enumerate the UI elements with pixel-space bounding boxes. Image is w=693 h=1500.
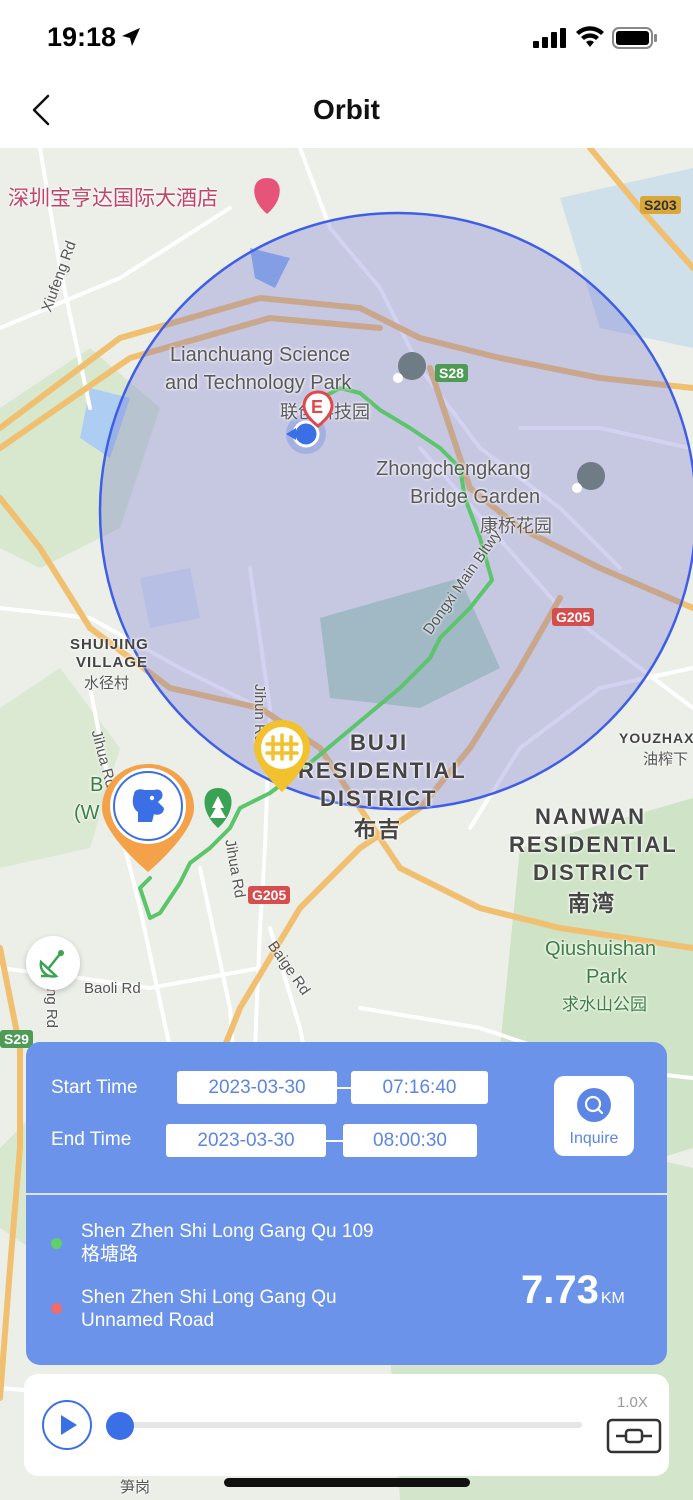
search-icon [577, 1088, 611, 1122]
radar-button[interactable] [26, 936, 80, 990]
status-time: 19:18 [47, 22, 117, 52]
road-shield-s203: S203 [640, 196, 681, 214]
map-label-youzhax-cn: 油榨下 [643, 751, 689, 768]
end-address-dot [51, 1303, 62, 1314]
start-address-dot [51, 1238, 62, 1249]
map-label-nanwan-1: NANWAN [535, 804, 646, 829]
play-button[interactable] [42, 1400, 92, 1450]
map-label-baoli: Baoli Rd [84, 980, 141, 997]
page-title: Orbit [313, 94, 380, 125]
map-label-shuijing-cn: 水径村 [84, 675, 130, 692]
satellite-dish-icon [39, 950, 64, 978]
start-date-field[interactable]: 2023-03-30 [177, 1071, 337, 1104]
distance-value: 7.73 [521, 1268, 599, 1312]
battery-icon [612, 27, 657, 49]
pet-location-marker[interactable] [100, 762, 196, 874]
play-icon [61, 1415, 77, 1435]
start-address-line-1: Shen Zhen Shi Long Gang Qu 109 [81, 1221, 374, 1242]
map-label-zcc-en-2: Bridge Garden [410, 486, 541, 508]
status-bar: 19:18 [0, 0, 693, 72]
map-label-shuijing-2: VILLAGE [76, 654, 149, 671]
map-label-nanwan-cn: 南湾 [568, 891, 617, 916]
end-time-field[interactable]: 08:00:30 [343, 1124, 477, 1157]
map-label-w-left: (W [74, 802, 100, 824]
panel-divider [26, 1193, 667, 1195]
map-label-zcc-en-1: Zhongchengkang [376, 458, 531, 480]
map-label-shuijing-1: SHUIJING [70, 636, 149, 653]
distance-unit: KM [600, 1290, 625, 1307]
map-label-buji-cn: 布吉 [354, 817, 403, 842]
playback-track[interactable] [120, 1422, 582, 1428]
inquire-label: Inquire [569, 1130, 619, 1147]
end-marker-label: E [311, 397, 324, 417]
road-shield-s28: S28 [435, 364, 468, 382]
road-shield-g205-b: G205 [248, 886, 291, 904]
map-label-youzhax: YOUZHAX [619, 730, 693, 746]
end-connector [326, 1140, 343, 1142]
speed-toggle-button[interactable] [606, 1418, 662, 1454]
nav-bar: Orbit [0, 72, 693, 148]
wifi-icon [576, 26, 604, 47]
map-label-qiu-1: Qiushuishan [545, 938, 657, 960]
road-shield-s29: S29 [0, 1030, 33, 1048]
map-label-buji-2: RESIDENTIAL [298, 758, 467, 783]
cellular-signal-icon [533, 28, 566, 48]
home-indicator [224, 1478, 470, 1487]
location-arrow-icon [122, 28, 140, 46]
inquire-button[interactable]: Inquire [554, 1076, 634, 1156]
map-label-buji-1: BUJI [350, 730, 409, 755]
playback-thumb[interactable] [106, 1412, 134, 1440]
speed-toggle-icon [606, 1418, 662, 1454]
map-label-hotel: 深圳宝亨达国际大酒店 [8, 187, 218, 210]
start-time-label: Start Time [51, 1077, 138, 1098]
map-label-nanwan-2: RESIDENTIAL [509, 832, 678, 857]
end-address-line-1: Shen Zhen Shi Long Gang Qu [81, 1287, 337, 1308]
map-label-qiu-2: Park [586, 966, 628, 988]
end-address-line-2: Unnamed Road [81, 1310, 215, 1331]
track-info-panel: Start Time 2023-03-30 07:16:40 End Time … [26, 1042, 667, 1365]
playback-bar: 1.0X [24, 1374, 669, 1476]
start-time-field[interactable]: 07:16:40 [351, 1071, 488, 1104]
end-date-field[interactable]: 2023-03-30 [166, 1124, 326, 1157]
road-shield-g205-a: G205 [552, 608, 595, 626]
start-connector [337, 1087, 351, 1089]
map-label-park-en-1: Lianchuang Science [170, 344, 351, 366]
map-label-nanwan-3: DISTRICT [533, 860, 651, 885]
geofence-fence-pin[interactable] [252, 718, 312, 794]
start-address-line-2: 格塘路 [81, 1244, 139, 1265]
map-label-sungang: 笋岗 [120, 1479, 151, 1496]
map-label-qiu-cn: 求水山公园 [562, 995, 647, 1014]
map-label-buji-3: DISTRICT [320, 786, 438, 811]
total-distance: 7.73 KM [521, 1268, 625, 1313]
map-label-ng-rd: ng Rd [43, 988, 60, 1029]
end-time-label: End Time [51, 1129, 132, 1150]
playback-speed-label: 1.0X [617, 1394, 648, 1411]
